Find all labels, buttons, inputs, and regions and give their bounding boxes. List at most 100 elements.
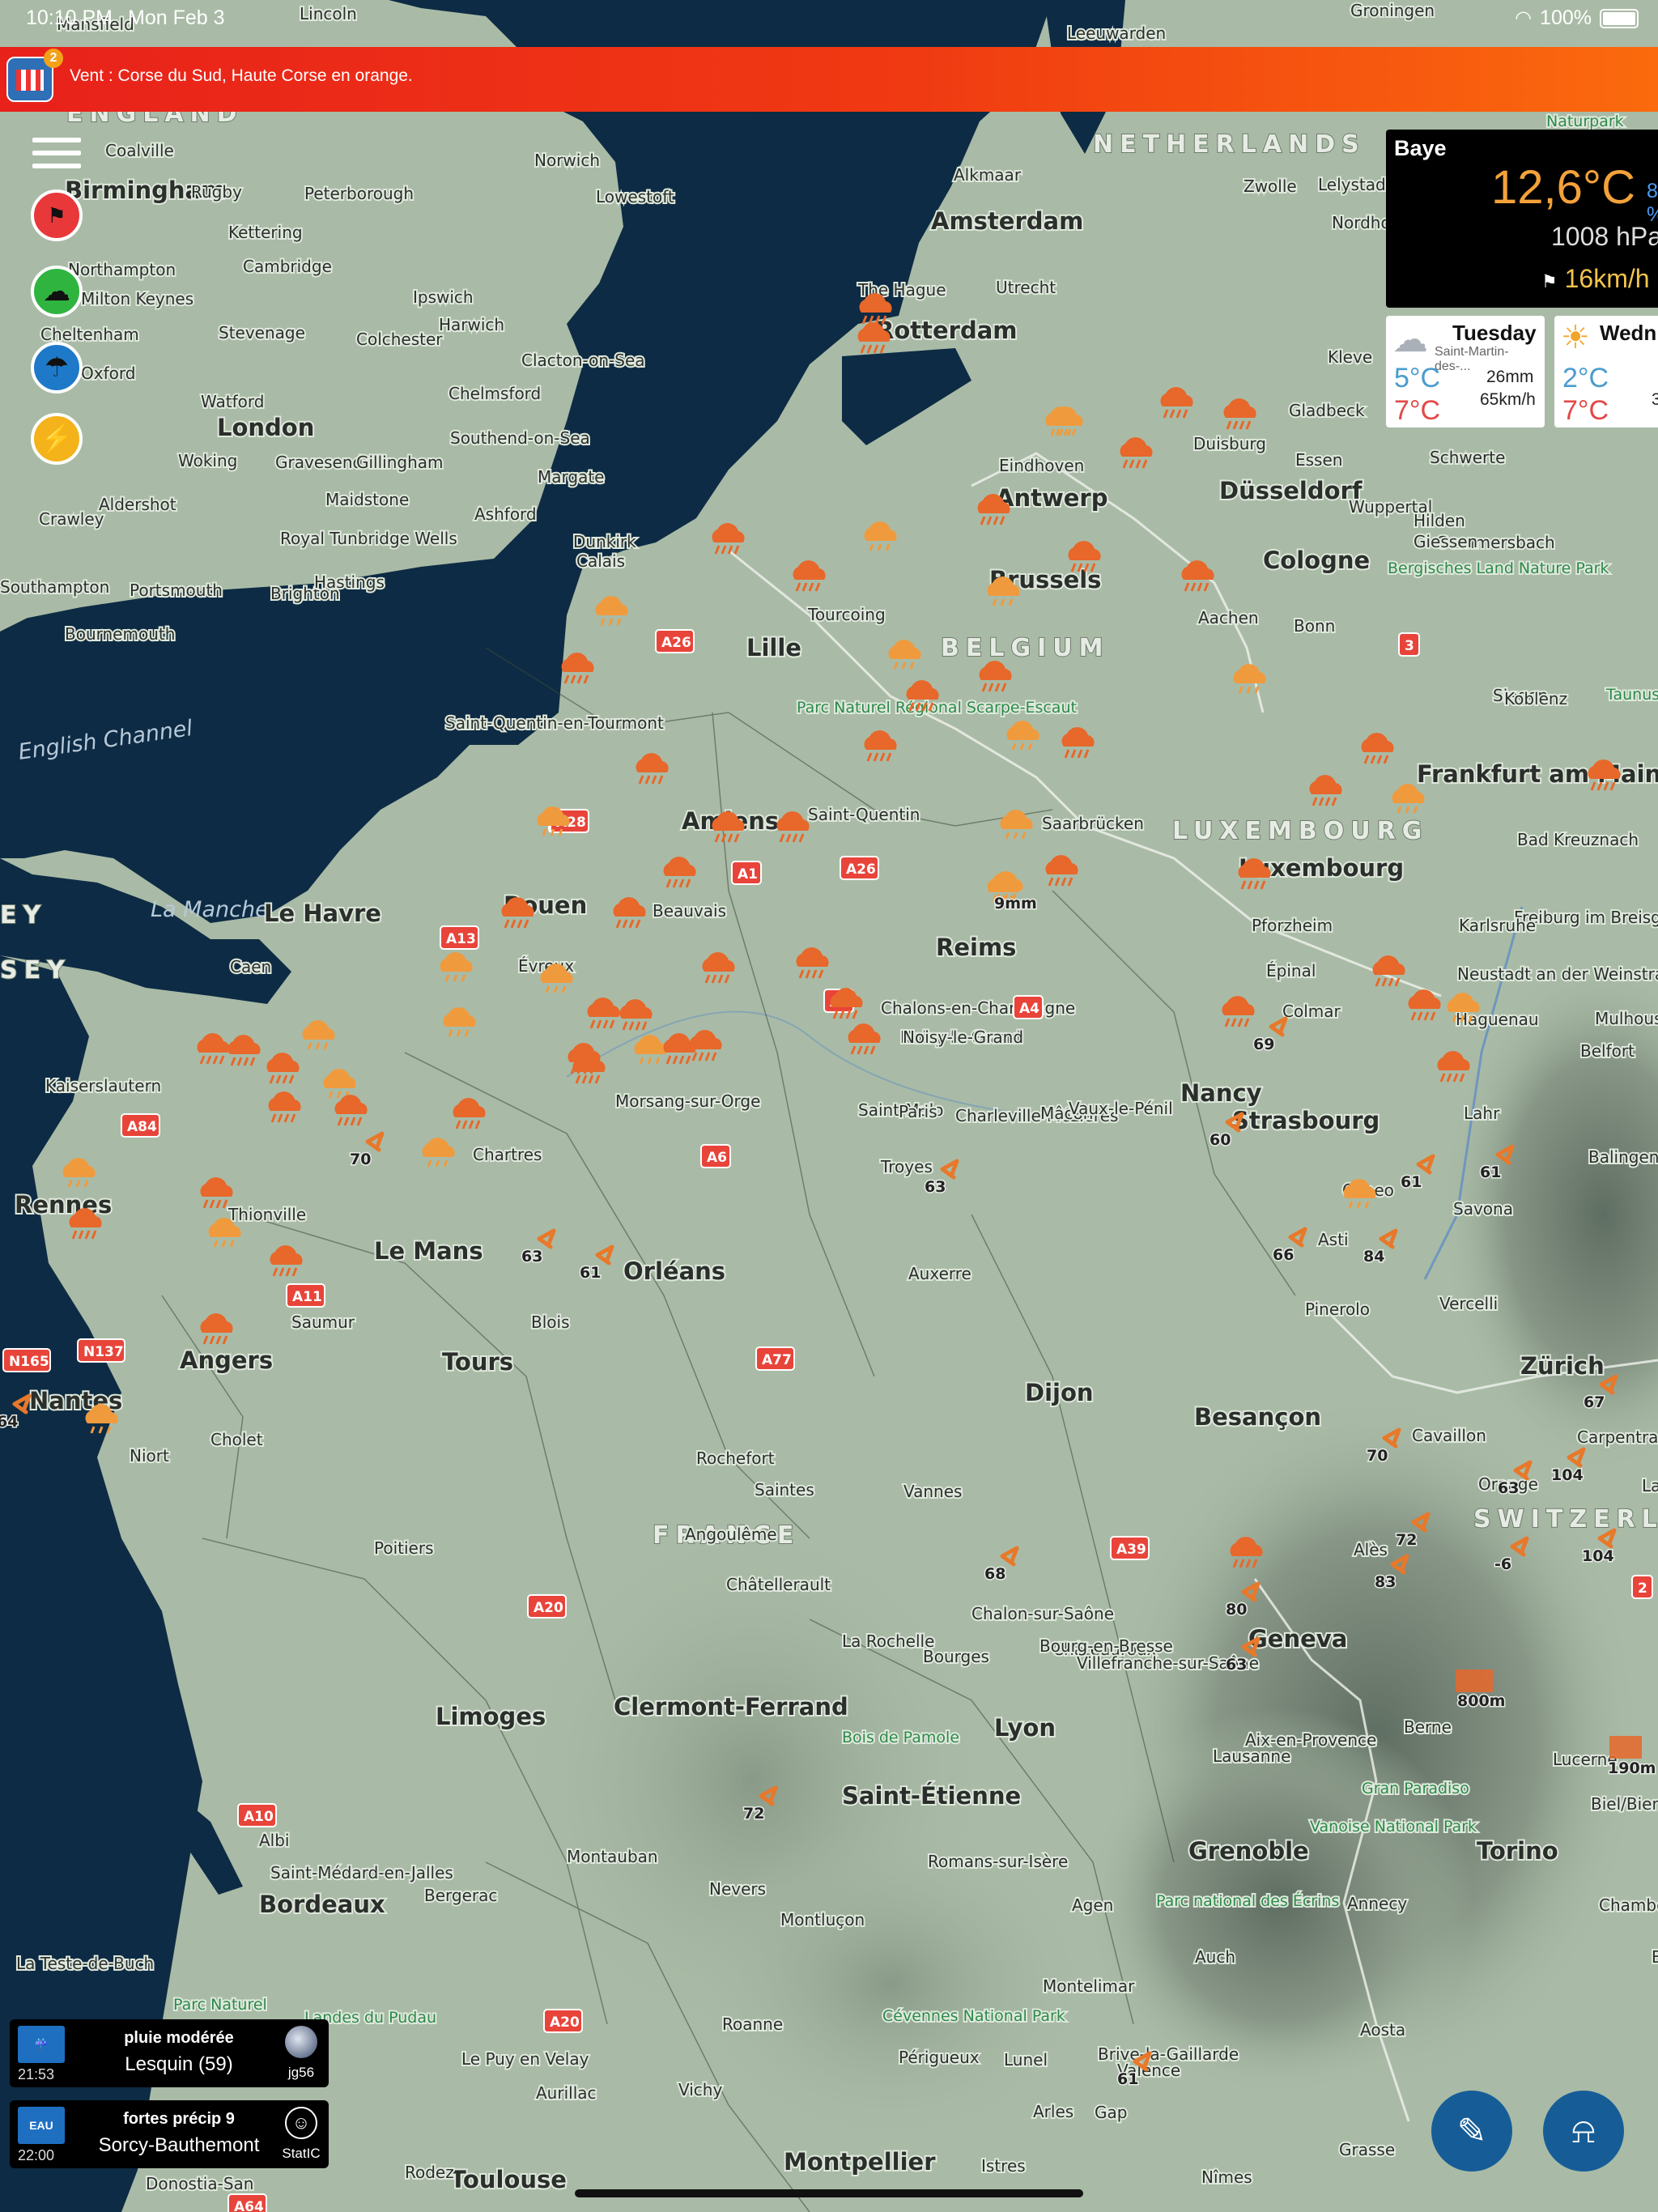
map-town-label[interactable]: Lunel: [1002, 2048, 1049, 2071]
map-town-label[interactable]: Biella: [1650, 1946, 1658, 1968]
map-town-label[interactable]: Rodez: [403, 2161, 456, 2184]
map-town-label[interactable]: Karlsruhe: [1457, 914, 1537, 937]
map-town-label[interactable]: Aosta: [1358, 2018, 1407, 2041]
map-town-label[interactable]: La Teste-de-Buch: [15, 1952, 155, 1975]
map-city-label[interactable]: Orléans: [622, 1256, 727, 1287]
map-town-label[interactable]: Chalons-en-Champagne: [879, 997, 1077, 1019]
map-town-label[interactable]: Maidstone: [324, 488, 410, 511]
map-city-label[interactable]: London: [215, 412, 316, 443]
map-town-label[interactable]: Vercelli: [1438, 1292, 1499, 1315]
map-town-label[interactable]: Carpentras: [1575, 1426, 1658, 1448]
map-town-label[interactable]: Noisy-le-Grand: [901, 1026, 1025, 1049]
map-town-label[interactable]: Lowestoft: [594, 185, 676, 208]
map-town-label[interactable]: Chalon-sur-Saône: [970, 1602, 1116, 1625]
map-park-label[interactable]: Gran Paradiso: [1360, 1778, 1471, 1799]
map-city-label[interactable]: Reims: [934, 932, 1018, 963]
map-city-label[interactable]: Amsterdam: [929, 206, 1085, 236]
map-town-label[interactable]: Montelimar: [1041, 1975, 1137, 1997]
map-city-label[interactable]: Nancy: [1179, 1078, 1264, 1108]
map-town-label[interactable]: Ashford: [473, 503, 538, 525]
map-town-label[interactable]: Cavaillon: [1410, 1424, 1488, 1447]
map-town-label[interactable]: Harwich: [437, 313, 506, 336]
map-city-label[interactable]: Cologne: [1261, 545, 1371, 576]
map-town-label[interactable]: Kaiserslautern: [44, 1074, 163, 1097]
map-town-label[interactable]: Royal Tunbridge Wells: [278, 527, 459, 550]
map-town-label[interactable]: Mulhouse: [1593, 1007, 1658, 1030]
map-city-label[interactable]: Frankfurt am Main: [1415, 759, 1658, 789]
map-town-label[interactable]: Albi: [257, 1829, 291, 1852]
map-city-label[interactable]: Rotterdam: [874, 315, 1019, 346]
map-town-label[interactable]: Duisburg: [1192, 432, 1268, 455]
map-town-label[interactable]: Auxerre: [907, 1262, 973, 1285]
map-park-label[interactable]: Parc Naturel Régional Scarpe-Escaut: [795, 697, 1078, 718]
map-city-label[interactable]: Le Mans: [372, 1236, 485, 1266]
map-city-label[interactable]: Strasbourg: [1231, 1105, 1381, 1136]
map-town-label[interactable]: Aurillac: [534, 2082, 598, 2104]
map-town-label[interactable]: Pinerolo: [1303, 1298, 1371, 1321]
map-town-label[interactable]: Hilden: [1412, 509, 1467, 532]
map-town-label[interactable]: Aachen: [1197, 606, 1261, 629]
map-city-label[interactable]: Grenoble: [1187, 1836, 1311, 1866]
weather-alert-banner[interactable]: 2 Vent : Corse du Sud, Haute Corse en or…: [0, 47, 1658, 112]
observation-card[interactable]: EAU 22:00 fortes précip 9 Sorcy-Bauthemo…: [10, 2100, 329, 2168]
map-town-label[interactable]: Gladbeck: [1287, 399, 1367, 422]
map-town-label[interactable]: Chartres: [471, 1143, 543, 1166]
station-panel[interactable]: Baye 12,6°C 82 % 1008 hPa ⚑ 16km/h: [1386, 130, 1658, 308]
lightning-layer-button[interactable]: ⚡: [31, 413, 83, 465]
map-town-label[interactable]: Épinal: [1265, 959, 1317, 982]
map-town-label[interactable]: Gillingham: [355, 451, 445, 474]
map-town-label[interactable]: Alès: [1352, 1538, 1389, 1561]
map-town-label[interactable]: Saint-Médard-en-Jalles: [269, 1861, 455, 1884]
map-park-label[interactable]: Taunus: [1604, 684, 1658, 705]
map-town-label[interactable]: Pforzheim: [1250, 914, 1334, 937]
map-town-label[interactable]: Oxford: [79, 362, 137, 385]
map-town-label[interactable]: Châtellerault: [725, 1573, 832, 1596]
map-city-label[interactable]: Antwerp: [994, 483, 1109, 513]
map-town-label[interactable]: Bournemouth: [63, 623, 176, 645]
map-city-label[interactable]: Bordeaux: [257, 1889, 387, 1920]
map-town-label[interactable]: Peterborough: [303, 182, 415, 205]
map-town-label[interactable]: Angoulême: [683, 1523, 779, 1546]
map-town-label[interactable]: Lausanne: [1211, 1745, 1292, 1767]
map-town-label[interactable]: Eindhoven: [997, 454, 1086, 477]
map-town-label[interactable]: Tourcoing: [806, 603, 887, 626]
map-city-label[interactable]: Toulouse: [449, 2164, 568, 2195]
map-town-label[interactable]: Paris: [897, 1100, 939, 1123]
map-town-label[interactable]: Southend-on-Sea: [449, 427, 592, 449]
map-town-label[interactable]: Alkmaar: [952, 164, 1023, 186]
map-city-label[interactable]: Besançon: [1192, 1402, 1323, 1432]
map-town-label[interactable]: Watford: [199, 390, 266, 413]
map-town-label[interactable]: Dunkirk: [572, 530, 638, 553]
notifications-button[interactable]: ⍾: [1543, 2091, 1624, 2172]
map-town-label[interactable]: Colmar: [1281, 1000, 1342, 1023]
map-town-label[interactable]: Ipswich: [411, 286, 475, 308]
map-city-label[interactable]: Clermont-Ferrand: [612, 1691, 850, 1722]
map-town-label[interactable]: La Rochelle: [840, 1630, 936, 1653]
map-park-label[interactable]: Parc national des Écrins: [1154, 1890, 1341, 1912]
map-town-label[interactable]: Utrecht: [994, 276, 1057, 299]
menu-button[interactable]: [32, 138, 81, 170]
map-town-label[interactable]: Saintes: [753, 1478, 816, 1501]
map-town-label[interactable]: Cholet: [209, 1428, 265, 1451]
map-town-label[interactable]: Belfort: [1579, 1040, 1636, 1062]
map-city-label[interactable]: Geneva: [1247, 1623, 1349, 1654]
map-town-label[interactable]: Saint-Quentin-en-Tourmont: [444, 712, 665, 734]
map-town-label[interactable]: Crawley: [37, 508, 106, 530]
map-city-label[interactable]: Montpellier: [782, 2146, 937, 2177]
map-town-label[interactable]: Rugby: [189, 181, 244, 203]
map-town-label[interactable]: Kettering: [227, 221, 304, 244]
map-city-label[interactable]: Limoges: [434, 1701, 547, 1732]
map-town-label[interactable]: Savona: [1452, 1197, 1515, 1220]
map-town-label[interactable]: Essen: [1294, 449, 1344, 471]
map-town-label[interactable]: Montluçon: [779, 1908, 866, 1931]
map-town-label[interactable]: Auch: [1193, 1946, 1237, 1968]
map-town-label[interactable]: Roanne: [721, 2013, 784, 2035]
map-town-label[interactable]: Beauvais: [651, 900, 728, 922]
map-town-label[interactable]: Northampton: [66, 258, 177, 281]
map-town-label[interactable]: Berne: [1402, 1716, 1453, 1738]
forecast-card[interactable]: ☀ Wedn 2°C 7°C 3: [1554, 316, 1658, 428]
map-town-label[interactable]: Romans-sur-Isère: [926, 1850, 1069, 1873]
map-city-label[interactable]: Zürich: [1519, 1351, 1606, 1381]
map-town-label[interactable]: Calais: [575, 550, 627, 572]
map-town-label[interactable]: Koblenz: [1503, 687, 1569, 710]
